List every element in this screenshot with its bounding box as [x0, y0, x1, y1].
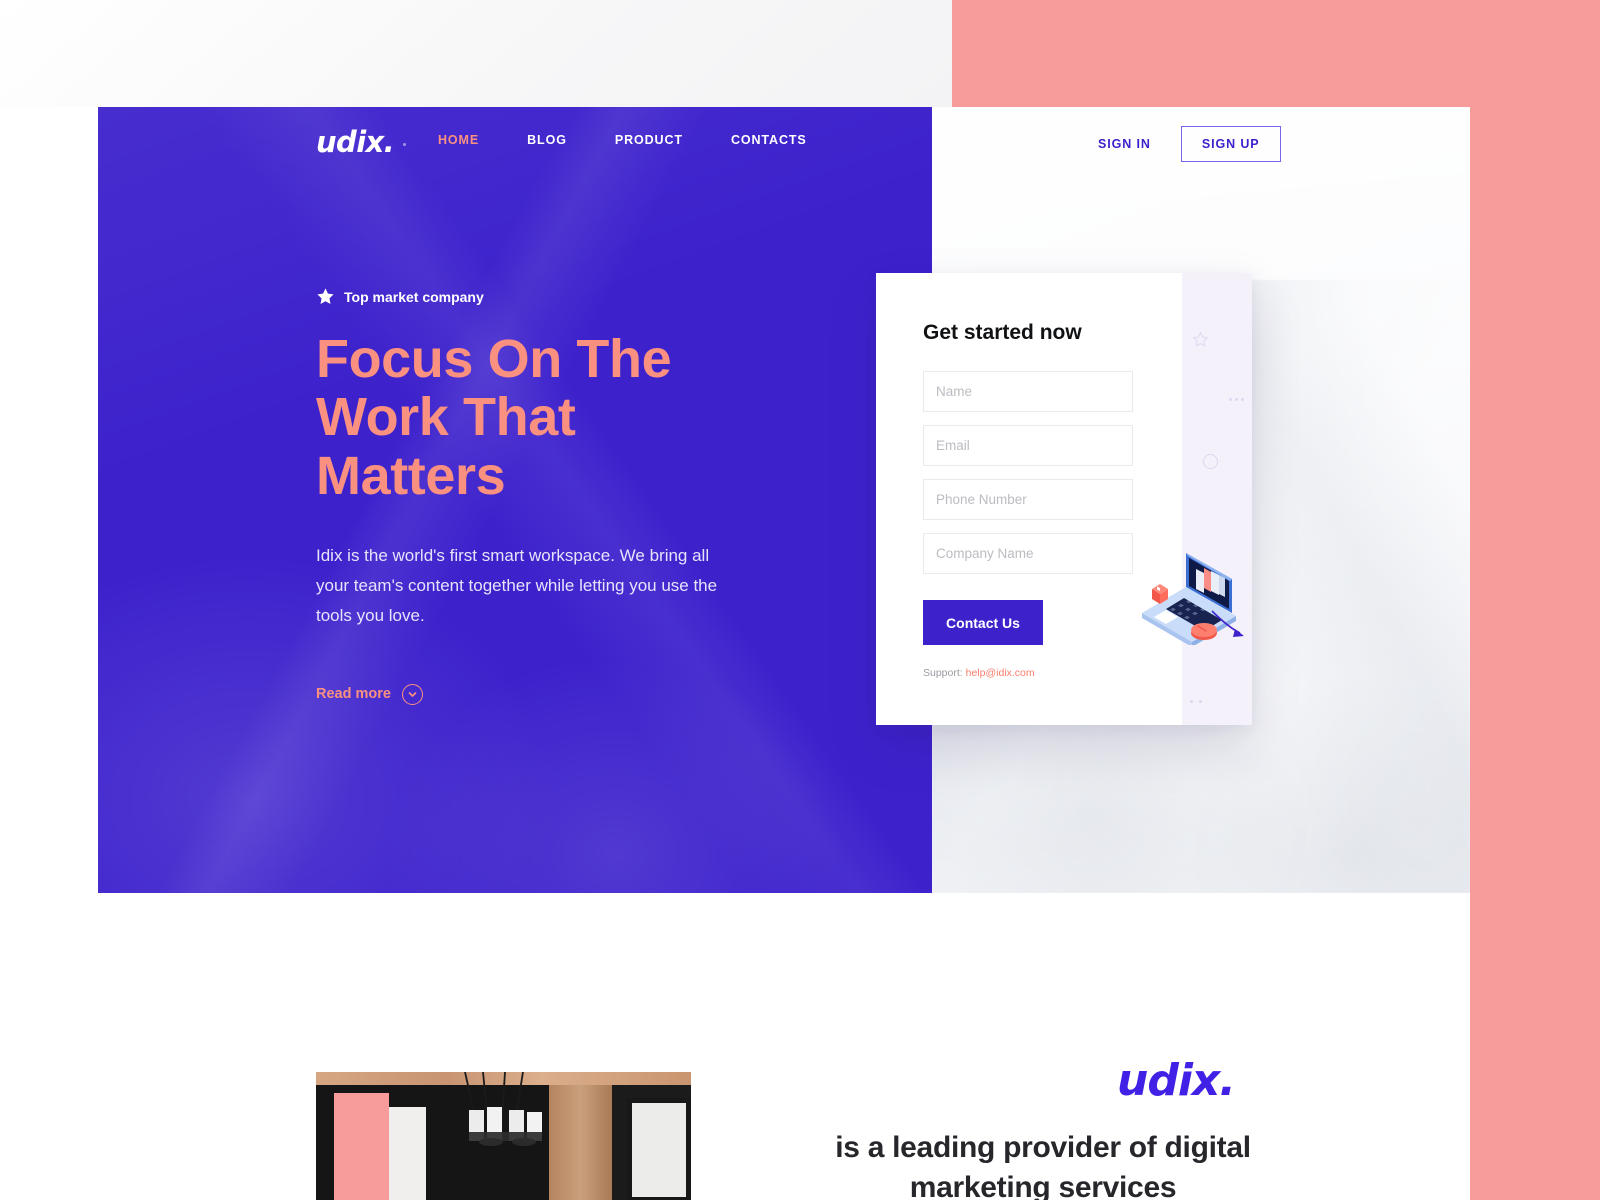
hero-subcopy: Idix is the world's first smart workspac… [316, 545, 718, 626]
decorative-dots-top [1229, 398, 1244, 401]
support-label: Support: [923, 667, 963, 679]
auth-actions: SIGN IN SIGN UP [1098, 126, 1281, 162]
bottom-tagline: is a leading provider of digital marketi… [835, 1131, 1251, 1200]
name-input[interactable] [923, 371, 1133, 412]
nav-gap-3 [683, 133, 731, 147]
nav-gap-2 [567, 133, 615, 147]
read-more-label: Read more [316, 686, 391, 703]
email-input[interactable] [923, 425, 1133, 466]
top-market-badge: Top market company [316, 287, 736, 306]
laptop-illustration [1142, 553, 1244, 645]
nav-item-contacts[interactable]: CONTACTS [731, 133, 807, 147]
chandelier-icon [464, 1072, 542, 1146]
form-title: Get started now [923, 321, 1082, 344]
background-white-left [0, 107, 98, 1200]
nav-links: HOME BLOG PRODUCT CONTACTS [438, 133, 807, 147]
badge-label: Top market company [344, 288, 484, 305]
bottom-branding: udix. is a leading provider of digital m… [833, 1055, 1253, 1200]
bottom-logo: udix. [1117, 1055, 1236, 1106]
company-input[interactable] [923, 533, 1133, 574]
background-top-left [0, 0, 952, 107]
get-started-card: Get started now Contact Us Support: help… [876, 273, 1252, 725]
nav-item-product[interactable]: PRODUCT [615, 133, 683, 147]
nav-item-home[interactable]: HOME [438, 133, 479, 147]
sign-in-link[interactable]: SIGN IN [1098, 137, 1151, 151]
phone-input[interactable] [923, 479, 1133, 520]
nav-separator-dot [403, 143, 406, 146]
chevron-down-icon [401, 683, 423, 705]
bottom-section: udix. is a leading provider of digital m… [98, 893, 1470, 1200]
form-fields: Get started now Contact Us Support: help… [923, 321, 1133, 679]
interior-photo [316, 1072, 691, 1200]
hero-copy: Top market company Focus On The Work Tha… [316, 287, 736, 705]
star-icon [317, 288, 334, 304]
photo-pink-overlay [334, 1093, 389, 1200]
photo-frame-right [627, 1098, 691, 1200]
background-pink-right [1470, 0, 1600, 1200]
decorative-panel [1182, 273, 1252, 725]
support-email-link[interactable]: help@idix.com [966, 667, 1035, 679]
main-navigation: udix. HOME BLOG PRODUCT CONTACTS SIGN IN… [98, 107, 1470, 175]
brand-logo[interactable]: udix. [316, 125, 395, 159]
decorative-circle-icon [1203, 454, 1218, 469]
nav-item-blog[interactable]: BLOG [527, 133, 567, 147]
hero-section: udix. HOME BLOG PRODUCT CONTACTS SIGN IN… [98, 107, 1470, 893]
page-card: udix. HOME BLOG PRODUCT CONTACTS SIGN IN… [98, 107, 1470, 1200]
sign-up-button[interactable]: SIGN UP [1180, 126, 1281, 162]
decorative-dots-bottom [1190, 700, 1202, 703]
read-more-link[interactable]: Read more [316, 683, 423, 705]
decorative-star-icon [1192, 331, 1209, 347]
support-line: Support: help@idix.com [923, 667, 1133, 679]
page-root: udix. HOME BLOG PRODUCT CONTACTS SIGN IN… [0, 0, 1600, 1200]
hero-headline: Focus On The Work That Matters [316, 329, 672, 506]
nav-gap-1 [479, 133, 527, 147]
contact-us-button[interactable]: Contact Us [923, 600, 1043, 645]
